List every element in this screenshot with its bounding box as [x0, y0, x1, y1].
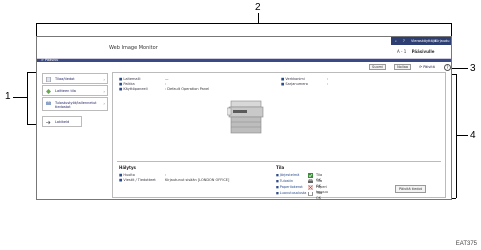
- callout-2: 2: [255, 2, 261, 13]
- header-tools: A - 1 Pääsivulle: [397, 49, 434, 54]
- figure-code: EAT375: [455, 241, 477, 247]
- printer-ok-icon: [308, 179, 313, 183]
- info-key: Käyttöpaneeli: [119, 87, 148, 91]
- logout-icon: [46, 120, 51, 125]
- user-label: Vieraskäyttäjä: [411, 39, 437, 43]
- chevron-right-icon: ›: [103, 89, 105, 94]
- sidebar-item-device[interactable]: Laitteen tila ›: [42, 85, 108, 96]
- user-bar: ⌕ ? Vieraskäyttäjä Kirjaudu: [391, 37, 451, 45]
- callout-2-bracket-right: [451, 23, 452, 36]
- info-row: Sarjanumero:: [281, 82, 328, 87]
- home-link[interactable]: Pääsivulle: [412, 49, 435, 54]
- search-icon[interactable]: ⌕: [395, 39, 397, 43]
- alert-value: Kirjautunut sisään [LONDON OFFICE]: [165, 178, 230, 182]
- callout-2-bracket: [36, 23, 452, 24]
- info-value: :: [327, 82, 329, 86]
- callout-4-bracket: [456, 74, 457, 198]
- alert-key[interactable]: Huolto: [119, 173, 135, 177]
- help-icon[interactable]: ?: [443, 64, 451, 71]
- header: Web Image Monitor ⌕ ? Vieraskäyttäjä Kir…: [37, 37, 451, 59]
- callout-1-bracket: [27, 72, 28, 124]
- callout-1: 1: [5, 91, 11, 102]
- sidebar-item-label: Tulostustyöt/tallennetut tiedostot: [55, 101, 97, 109]
- status-label[interactable]: Luovutusalusta: [276, 191, 306, 195]
- refresh-link[interactable]: ⟳ Päivitä: [419, 64, 435, 70]
- status-row: Luovutusalusta Tila OK: [276, 191, 322, 200]
- alerts-title: Hälytys: [119, 165, 136, 170]
- callout-2-bracket-left: [36, 23, 37, 36]
- main-content-panel: Laitemalli— Paikka: Käyttöpaneeli: Defau…: [112, 72, 446, 200]
- status-label[interactable]: Järjestelmä: [276, 173, 299, 177]
- language-select[interactable]: Suomi: [369, 64, 386, 70]
- sidebar-item-jobs[interactable]: Tulostustyöt/tallennetut tiedostot ›: [42, 97, 108, 111]
- device-icon: [46, 89, 51, 94]
- alert-key[interactable]: Viestit / Tiedotteet: [119, 178, 156, 182]
- printer-image: [227, 100, 264, 134]
- refresh-link-label: Päivitä: [423, 65, 435, 69]
- document-icon: [46, 77, 51, 82]
- callout-3: 3: [470, 63, 476, 74]
- status-label[interactable]: Tulostin: [276, 179, 293, 183]
- sidebar-item-label: Tilaa/tiedot: [55, 77, 75, 81]
- sidebar-item-label: Laitteen tila: [55, 89, 76, 93]
- logout-button[interactable]: Lokikeld: [42, 116, 82, 127]
- breadcrumb[interactable]: > Pääsivu: [41, 58, 58, 62]
- chevron-right-icon: ›: [103, 101, 105, 106]
- info-value: : Default Operation Panel: [165, 87, 210, 91]
- print-job-icon: [46, 101, 51, 105]
- status-label[interactable]: Paperilokerot: [276, 185, 303, 189]
- help-small-icon[interactable]: ?: [403, 39, 405, 43]
- device-info-right: Verkkonimi: Sarjanumero:: [281, 77, 328, 87]
- chevron-right-icon: ›: [103, 77, 105, 82]
- app-title: Web Image Monitor: [109, 45, 158, 51]
- device-info-left: Laitemalli— Paikka: Käyttöpaneeli: Defau…: [119, 77, 209, 92]
- info-row: Käyttöpaneeli : Default Operation Panel: [119, 87, 209, 92]
- callout-4-line: [456, 135, 468, 136]
- page-icons[interactable]: A - 1: [397, 49, 406, 54]
- info-key: Verkkonimi: [281, 77, 305, 81]
- info-key: Paikka: [119, 82, 135, 86]
- section-divider: [117, 161, 441, 162]
- status-value: Tila OK: [316, 191, 323, 200]
- info-key: Laitemalli: [119, 77, 141, 81]
- alert-row: Viestit / Tiedotteet Kirjautunut sisään […: [119, 178, 229, 183]
- paper-warning-icon: [308, 185, 313, 190]
- status-ok-icon: [308, 173, 313, 178]
- logout-label: Lokikeld: [55, 120, 70, 124]
- info-key: Sarjanumero: [281, 82, 308, 86]
- header-accent-bar: > Pääsivu: [37, 58, 451, 62]
- sidebar: Tilaa/tiedot › Laitteen tila › Tulostust…: [42, 73, 108, 128]
- callout-1-line: [13, 97, 27, 98]
- tray-ok-icon: [308, 192, 313, 196]
- status-title: Tila: [276, 165, 285, 170]
- reset-button[interactable]: Nollaa: [394, 64, 412, 70]
- sidebar-item-status[interactable]: Tilaa/tiedot ›: [42, 73, 108, 84]
- callout-2-line: [258, 13, 259, 23]
- refresh-status-button[interactable]: Päivitä tiedot: [395, 185, 426, 193]
- callout-4: 4: [470, 130, 476, 141]
- login-link[interactable]: Kirjaudu: [435, 39, 449, 43]
- status-list: Järjestelmä Tila OK Tulostin Tila OK Pap…: [276, 173, 328, 200]
- alerts-list: Huolto: Viestit / TiedotteetKirjautunut …: [119, 173, 229, 183]
